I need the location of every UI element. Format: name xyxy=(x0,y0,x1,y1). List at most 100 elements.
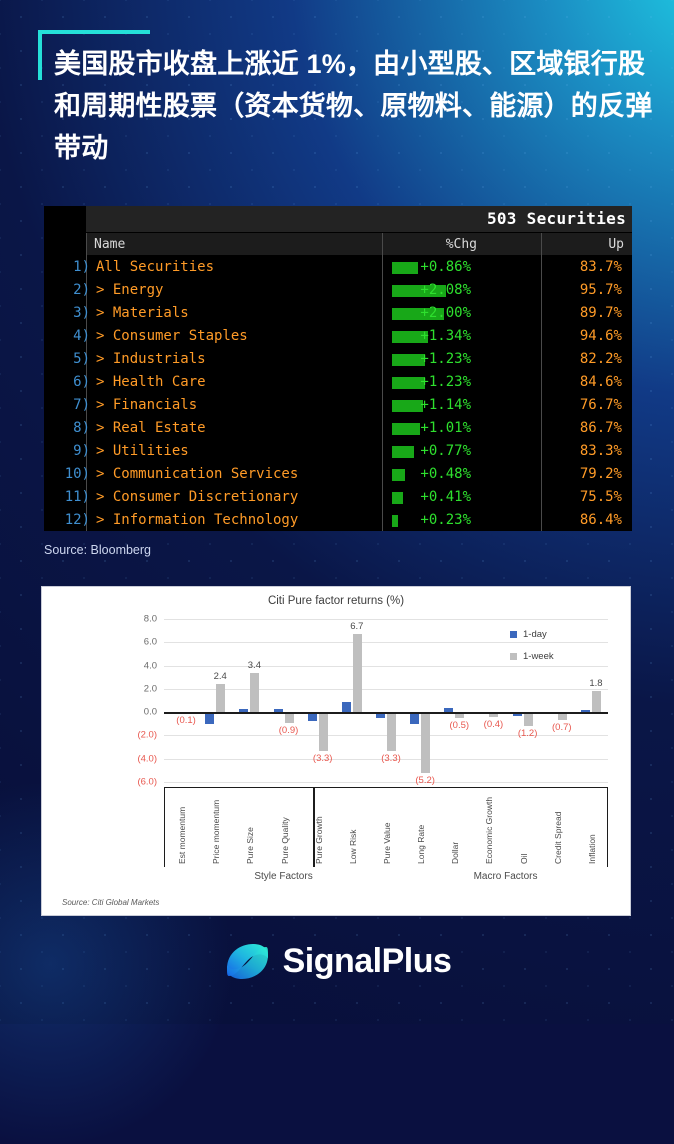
row-name[interactable]: > Utilities xyxy=(96,443,189,459)
row-name[interactable]: > Consumer Staples xyxy=(96,328,248,344)
row-name[interactable]: All Securities xyxy=(96,259,214,275)
brand-name: SignalPlus xyxy=(282,941,452,980)
signalplus-logo-icon xyxy=(226,944,268,979)
row-name[interactable]: > Communication Services xyxy=(96,466,298,482)
data-label: (0.7) xyxy=(551,722,572,734)
bar-1-day xyxy=(341,701,351,713)
row-index: 3) xyxy=(73,305,90,321)
row-pct-up: 76.7% xyxy=(579,397,622,413)
bar-1-week xyxy=(352,634,362,713)
chart-legend: 1-day 1-week xyxy=(510,629,554,673)
table-row[interactable]: 9) > Utilities +0.77% 83.3% xyxy=(44,440,632,463)
row-pct-change: +1.23% xyxy=(420,351,471,367)
x-axis-group-label: Style Factors xyxy=(254,871,313,882)
legend-label: 1-week xyxy=(523,651,554,662)
data-label: (0.9) xyxy=(278,724,299,736)
row-name[interactable]: > Information Technology xyxy=(96,512,298,528)
securities-count-label: 503 Securities xyxy=(486,209,626,228)
bar-1-day xyxy=(410,712,420,724)
row-name[interactable]: > Real Estate xyxy=(96,420,206,436)
row-index: 10) xyxy=(64,466,90,482)
table-row[interactable]: 10) > Communication Services +0.48% 79.2% xyxy=(44,463,632,486)
legend-item[interactable]: 1-day xyxy=(510,629,554,640)
table-row[interactable]: 3) > Materials +2.00% 89.7% xyxy=(44,302,632,325)
row-pct-up: 94.6% xyxy=(579,328,622,344)
bar-1-week xyxy=(421,712,431,773)
x-axis-category-label: Pure Quality xyxy=(279,817,290,864)
row-name[interactable]: > Industrials xyxy=(96,351,206,367)
y-axis-tick: 6.0 xyxy=(143,636,157,648)
data-label: 6.7 xyxy=(350,621,364,633)
legend-label: 1-day xyxy=(523,629,547,640)
header: 美国股市收盘上涨近 1%，由小型股、区域银行股和周期性股票（资本货物、原物料、能… xyxy=(38,28,656,170)
gridline xyxy=(164,688,608,690)
row-pct-up: 82.2% xyxy=(579,351,622,367)
row-index: 5) xyxy=(73,351,90,367)
bloomberg-topbar: 503 Securities xyxy=(86,206,632,232)
data-label: (0.1) xyxy=(176,715,196,727)
gridline xyxy=(164,619,608,620)
row-change-bar xyxy=(392,400,423,412)
legend-swatch xyxy=(510,653,517,660)
row-pct-up: 83.3% xyxy=(579,443,622,459)
table-row[interactable]: 12) > Information Technology +0.23% 86.4% xyxy=(44,509,632,531)
row-index: 6) xyxy=(73,374,90,390)
table-row[interactable]: 7) > Financials +1.14% 76.7% xyxy=(44,394,632,417)
bar-1-week xyxy=(591,691,601,713)
row-pct-up: 79.2% xyxy=(579,466,622,482)
table-row[interactable]: 2) > Energy +2.08% 95.7% xyxy=(44,279,632,302)
column-header-name: Name xyxy=(94,237,126,252)
data-label: (1.2) xyxy=(517,728,538,740)
data-label: (3.3) xyxy=(381,752,401,764)
table-row[interactable]: 1) All Securities +0.86% 83.7% xyxy=(44,256,632,279)
y-axis-tick: 0.0 xyxy=(143,706,157,718)
gridline xyxy=(164,735,608,737)
table-row[interactable]: 6) > Health Care +1.23% 84.6% xyxy=(44,371,632,394)
row-name[interactable]: > Health Care xyxy=(96,374,206,390)
row-pct-up: 86.4% xyxy=(579,512,622,528)
data-label: (0.5) xyxy=(449,719,470,731)
data-label: (3.3) xyxy=(312,752,333,764)
legend-item[interactable]: 1-week xyxy=(510,651,554,662)
chart-title: Citi Pure factor returns (%) xyxy=(267,595,405,607)
y-axis-tick: 4.0 xyxy=(143,660,157,672)
data-label: (5.2) xyxy=(415,774,435,786)
page-title: 美国股市收盘上涨近 1%，由小型股、区域银行股和周期性股票（资本货物、原物料、能… xyxy=(54,49,653,163)
row-index: 9) xyxy=(73,443,90,459)
row-index: 4) xyxy=(73,328,90,344)
x-axis-category-label: Pure Size xyxy=(245,827,256,864)
row-pct-up: 89.7% xyxy=(579,305,622,321)
accent-bar-horizontal xyxy=(38,30,150,34)
row-pct-up: 86.7% xyxy=(579,420,622,436)
x-axis-category-label: Dollar xyxy=(450,841,461,864)
y-axis-tick: (4.0) xyxy=(137,753,157,765)
row-pct-change: +1.01% xyxy=(420,420,471,436)
legend-swatch xyxy=(510,631,517,638)
table-row[interactable]: 4) > Consumer Staples +1.34% 94.6% xyxy=(44,325,632,348)
y-axis-tick: (6.0) xyxy=(137,776,157,788)
row-name[interactable]: > Consumer Discretionary xyxy=(96,489,298,505)
row-index: 1) xyxy=(73,259,90,275)
x-axis-category-label: Pure Growth xyxy=(313,816,324,864)
row-name[interactable]: > Financials xyxy=(96,397,197,413)
accent-bar-vertical xyxy=(38,30,42,80)
row-index: 12) xyxy=(64,512,90,528)
data-label: 3.4 xyxy=(247,659,261,671)
row-pct-change: +1.23% xyxy=(420,374,471,390)
data-label: (0.4) xyxy=(483,718,504,730)
x-axis-category-label: Est momentum xyxy=(177,806,188,864)
table-row[interactable]: 5) > Industrials +1.23% 82.2% xyxy=(44,348,632,371)
row-change-bar xyxy=(392,469,405,481)
row-pct-change: +1.34% xyxy=(420,328,471,344)
chart-zero-axis xyxy=(164,712,608,714)
y-axis-tick: 2.0 xyxy=(143,683,157,695)
table-row[interactable]: 8) > Real Estate +1.01% 86.7% xyxy=(44,417,632,440)
table-row[interactable]: 11) > Consumer Discretionary +0.41% 75.5% xyxy=(44,486,632,509)
row-index: 11) xyxy=(64,489,90,505)
row-pct-change: +0.86% xyxy=(420,259,471,275)
bloomberg-terminal-panel: 503 Securities Name %Chg Up 1) All Securi… xyxy=(44,206,632,531)
row-name[interactable]: > Materials xyxy=(96,305,189,321)
row-index: 7) xyxy=(73,397,90,413)
row-name[interactable]: > Energy xyxy=(96,282,163,298)
column-header-up: Up xyxy=(608,237,624,252)
